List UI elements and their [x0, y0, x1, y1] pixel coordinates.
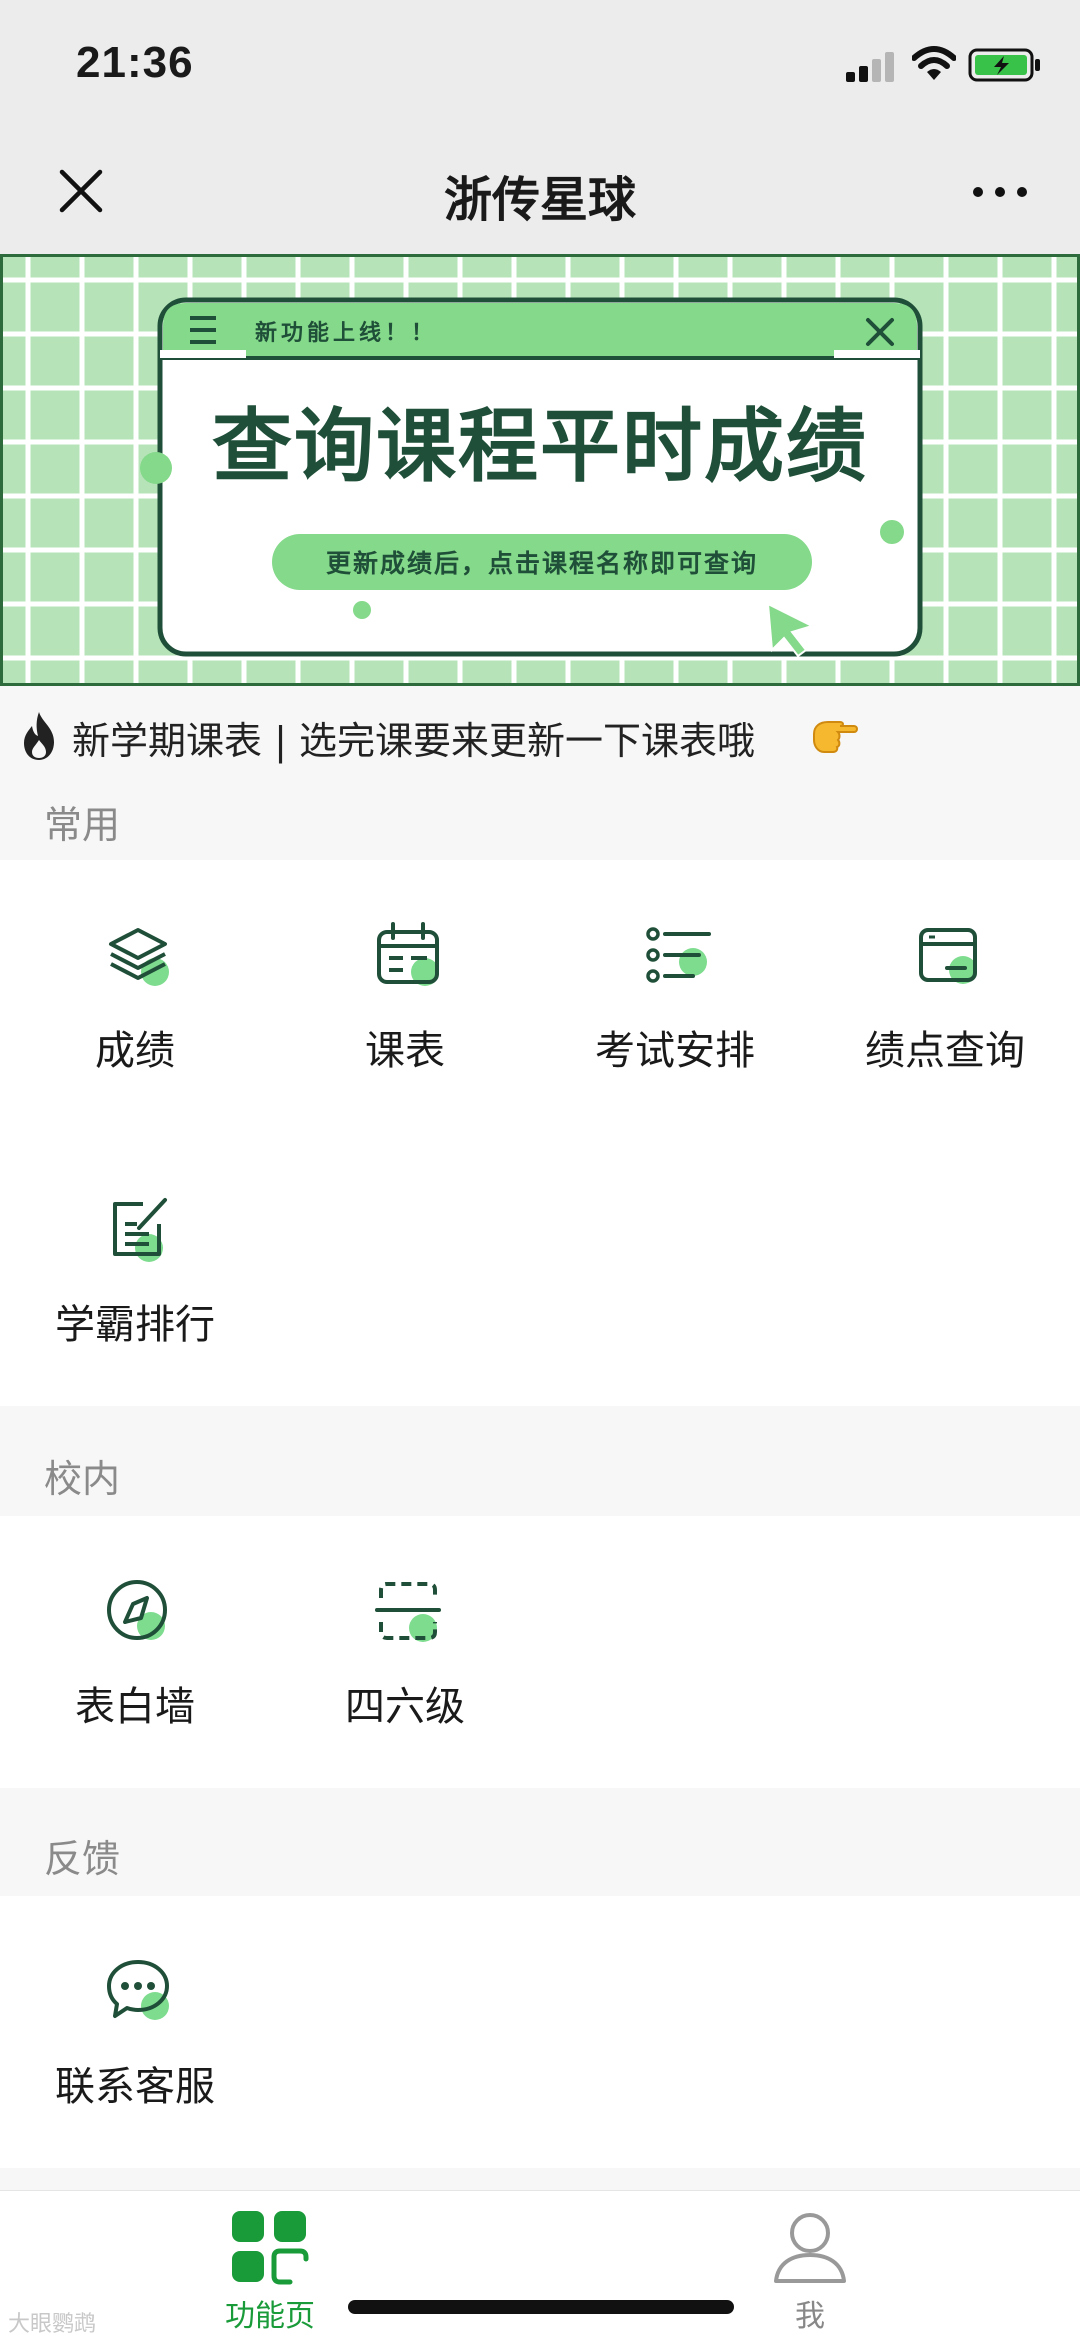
status-time: 21:36 — [76, 38, 194, 87]
tile-label: 表白墙 — [75, 1684, 195, 1730]
chat-icon — [107, 1960, 169, 2020]
battery-icon — [968, 48, 1040, 82]
status-bar: 21:36 — [0, 0, 1080, 130]
page-title: 浙传星球 — [443, 172, 636, 228]
section-title-feedback: 反馈 — [44, 1837, 121, 1881]
compass-icon — [107, 1580, 167, 1640]
tile-exam-schedule[interactable]: 考试安排 — [540, 860, 810, 1100]
section-title-campus: 校内 — [44, 1457, 121, 1501]
nav-bar: 浙传星球 — [0, 130, 1080, 254]
tile-label: 学霸排行 — [55, 1302, 215, 1348]
section-feedback: 联系客服 — [0, 1896, 1080, 2168]
edit-icon — [113, 1198, 167, 1262]
tile-cet[interactable]: 四六级 — [270, 1516, 540, 1756]
tile-label: 四六级 — [345, 1684, 465, 1730]
wifi-icon — [912, 46, 956, 80]
notice-bar[interactable]: 新学期课表 | 选完课要来更新一下课表哦 — [0, 692, 1080, 782]
section-common: 成绩 课表 考试安排 绩点查询 学霸排行 — [0, 860, 1080, 1406]
tab-me[interactable]: 我 — [540, 2191, 1080, 2339]
tile-label: 成绩 — [95, 1028, 175, 1074]
banner-graphic: 新功能上线！！ 查询课程平时成绩 更新成绩后，点击课程名称即可查询 — [0, 254, 1080, 686]
grid-icon — [232, 2211, 309, 2285]
user-icon — [774, 2213, 846, 2283]
scan-icon — [375, 1582, 441, 1642]
tile-confession-wall[interactable]: 表白墙 — [0, 1516, 270, 1756]
tile-label: 绩点查询 — [865, 1028, 1025, 1074]
feature-banner[interactable]: 新功能上线！！ 查询课程平时成绩 更新成绩后，点击课程名称即可查询 — [0, 254, 1080, 686]
section-campus: 表白墙 四六级 — [0, 1516, 1080, 1788]
notice-text: 新学期课表 | 选完课要来更新一下课表哦 — [72, 719, 755, 763]
pointing-hand-icon — [813, 721, 858, 753]
tile-grades[interactable]: 成绩 — [0, 860, 270, 1100]
tile-timetable[interactable]: 课表 — [270, 860, 540, 1100]
watermark: 大眼鹦鹉 — [8, 2312, 97, 2337]
card-icon — [919, 928, 977, 984]
section-title-common: 常用 — [44, 803, 121, 847]
banner-subtitle: 更新成绩后，点击课程名称即可查询 — [326, 549, 758, 578]
signal-icon — [846, 52, 894, 82]
banner-headline: 查询课程平时成绩 — [212, 400, 868, 493]
tile-label: 联系客服 — [55, 2064, 215, 2110]
home-indicator — [348, 2300, 734, 2314]
tile-gpa[interactable]: 绩点查询 — [810, 860, 1080, 1100]
more-icon[interactable] — [970, 182, 1030, 202]
layers-icon — [109, 928, 169, 986]
list-icon — [646, 927, 711, 983]
tile-customer-service[interactable]: 联系客服 — [0, 1896, 270, 2136]
fire-icon — [24, 712, 54, 760]
calendar-icon — [377, 922, 439, 986]
tile-ranking[interactable]: 学霸排行 — [0, 1134, 270, 1374]
tile-label: 课表 — [365, 1028, 445, 1074]
tab-bar: 功能页 我 — [0, 2190, 1080, 2339]
tile-label: 考试安排 — [595, 1028, 755, 1074]
banner-header: 新功能上线！！ — [255, 320, 437, 346]
